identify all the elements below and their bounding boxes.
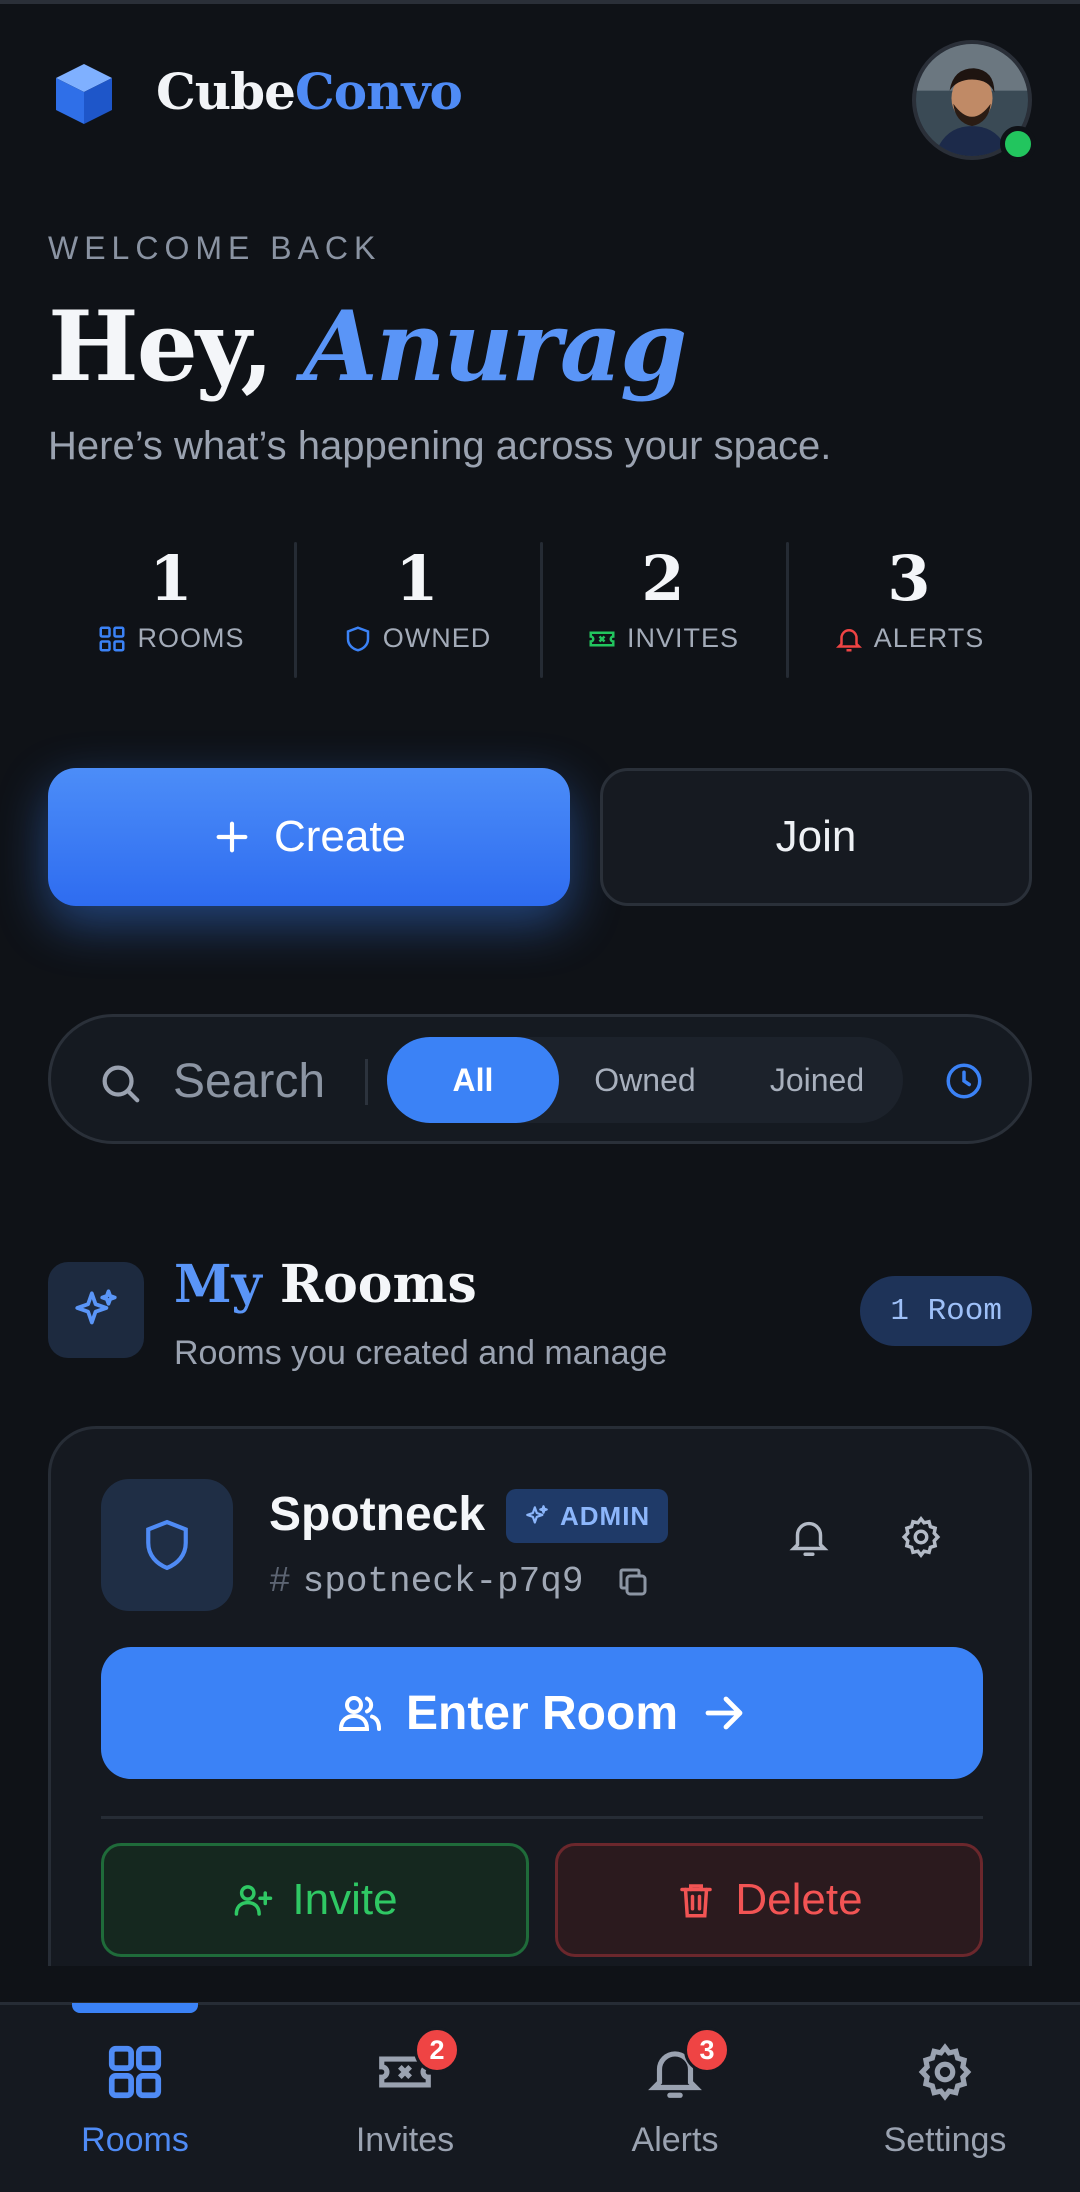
stats-row: 1 ROOMS 1 OWNED 2 INVITES 3 ALERTS [48,536,1032,684]
search-input[interactable] [173,1043,373,1119]
bell-icon [789,1521,829,1556]
gear-icon [918,2043,972,2101]
plus-icon [216,821,248,853]
copy-icon[interactable] [615,1564,651,1600]
invites-count-badge: 2 [414,2027,460,2073]
join-room-button[interactable]: Join [600,768,1032,906]
bell-icon [835,628,862,651]
sparkles-icon [75,1289,117,1325]
section-subtitle: Rooms you created and manage [174,1334,668,1372]
room-count-badge: 1 Room [860,1276,1032,1346]
brand-name-part1: Cube [156,62,296,121]
grid-icon [108,2045,162,2099]
greeting-text: Hey, [48,290,274,403]
app-header: CubeConvo [48,40,1036,190]
nav-label: Rooms [81,2121,189,2159]
nav-item-invites[interactable]: 2 Invites [270,2005,540,2192]
trash-icon [680,1884,713,1918]
shield-icon [346,625,369,652]
delete-button[interactable]: Delete [555,1843,983,1957]
nav-item-alerts[interactable]: 3 Alerts [540,2005,810,2192]
stat-label: ROOMS [137,623,245,653]
room-card: Spotneck ADMIN # spotneck-p7q9 Enter Roo… [48,1426,1032,1966]
delete-label: Delete [735,1875,863,1924]
shield-icon [146,1519,188,1571]
card-divider [101,1816,983,1819]
stat-alerts[interactable]: 3 ALERTS [786,536,1032,684]
nav-item-rooms[interactable]: Rooms [0,2005,270,2192]
enter-room-label: Enter Room [405,1686,678,1740]
search-icon [102,1065,140,1103]
hash-symbol: # [269,1561,291,1602]
section-title-rest: Rooms [279,1254,477,1315]
nav-item-settings[interactable]: Settings [810,2005,1080,2192]
filter-segmented-control: All Owned Joined [387,1037,903,1123]
gear-icon [901,1515,941,1559]
stat-value: 1 [149,542,193,615]
sparkles-icon [526,1505,548,1524]
online-status-dot [1000,126,1036,162]
sparkles-badge [48,1262,144,1358]
brand-name[interactable]: CubeConvo [156,62,463,121]
brand-name-part2: Convo [294,62,463,121]
greeting-heading: Hey, Anurag [48,290,687,403]
invite-button[interactable]: Invite [101,1843,529,1957]
stat-invites[interactable]: 2 INVITES [540,536,786,684]
stat-value: 3 [887,542,931,615]
room-name[interactable]: Spotneck [269,1487,485,1542]
room-settings-button[interactable] [893,1509,949,1565]
invite-label: Invite [292,1875,398,1924]
stat-value: 2 [641,542,685,615]
arrow-right-icon [705,1696,743,1730]
section-title: My Rooms [174,1254,477,1315]
welcome-subtitle: Here’s what’s happening across your spac… [48,424,832,468]
nav-label: Invites [355,2121,455,2159]
filter-all[interactable]: All [387,1037,559,1123]
nav-label: Settings [883,2121,1007,2159]
stat-label: OWNED [382,623,492,653]
room-notifications-button[interactable] [781,1509,837,1565]
stat-value: 1 [395,542,439,615]
welcome-eyebrow: WELCOME BACK [48,230,382,266]
filter-joined[interactable]: Joined [731,1037,903,1123]
search-divider [365,1059,368,1105]
filter-owned[interactable]: Owned [559,1037,731,1123]
create-room-button[interactable]: Create [48,768,570,906]
users-icon [338,1696,381,1731]
admin-badge: ADMIN [506,1489,669,1543]
clock-icon[interactable] [943,1060,985,1102]
bottom-navigation: Rooms 2 Invites 3 Alerts Settings [0,2002,1080,2192]
admin-badge-label: ADMIN [560,1500,651,1531]
alerts-count-badge: 3 [684,2027,730,2073]
status-bar-line [0,0,1080,4]
user-avatar[interactable] [912,40,1036,162]
search-filter-bar: All Owned Joined [48,1014,1032,1144]
stat-rooms[interactable]: 1 ROOMS [48,536,294,684]
stat-label: INVITES [626,623,740,653]
room-avatar [101,1479,233,1611]
grid-icon [99,626,125,651]
stat-label: ALERTS [873,623,985,653]
stat-owned[interactable]: 1 OWNED [294,536,540,684]
section-title-accent: My [174,1254,262,1315]
user-plus-icon [235,1885,273,1916]
create-label: Create [273,812,407,861]
room-slug: # spotneck-p7q9 [269,1561,651,1602]
room-slug-text: spotneck-p7q9 [302,1561,584,1602]
cube-logo-icon [56,64,112,124]
enter-room-button[interactable]: Enter Room [101,1647,983,1779]
ticket-icon [589,631,615,646]
nav-label: Alerts [631,2121,719,2159]
user-name: Anurag [303,290,687,403]
